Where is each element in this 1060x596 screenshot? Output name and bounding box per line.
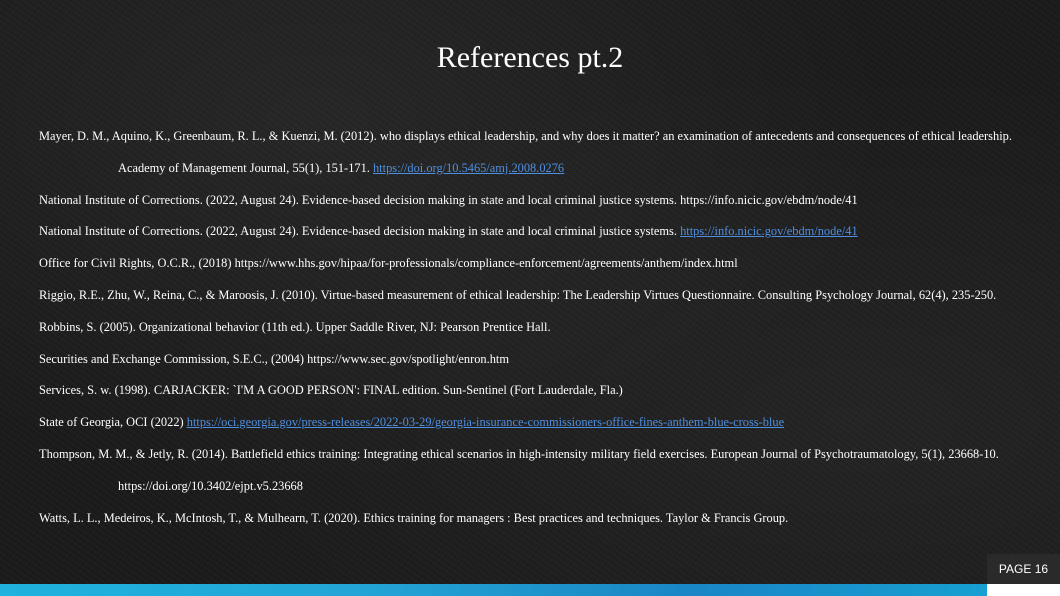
- reference-item: Mayer, D. M., Aquino, K., Greenbaum, R. …: [39, 121, 1029, 185]
- accent-bar: [0, 584, 987, 596]
- slide: References pt.2 Mayer, D. M., Aquino, K.…: [0, 0, 1060, 596]
- reference-text: Office for Civil Rights, O.C.R., (2018) …: [39, 256, 738, 271]
- reference-text: Watts, L. L., Medeiros, K., McIntosh, T.…: [39, 510, 789, 525]
- reference-item: Robbins, S. (2005). Organizational behav…: [39, 312, 1029, 344]
- reference-text: Robbins, S. (2005). Organizational behav…: [39, 319, 551, 334]
- reference-item: Riggio, R.E., Zhu, W., Reina, C., & Maro…: [39, 280, 1029, 312]
- reference-text: Securities and Exchange Commission, S.E.…: [39, 351, 509, 366]
- reference-link[interactable]: https://doi.org/10.5465/amj.2008.0276: [373, 161, 564, 175]
- reference-item: National Institute of Corrections. (2022…: [39, 216, 1029, 248]
- page-number: PAGE 16: [987, 554, 1060, 584]
- reference-item: National Institute of Corrections. (2022…: [39, 185, 1029, 217]
- accent-bar-end: [987, 584, 1060, 596]
- reference-link[interactable]: https://oci.georgia.gov/press-releases/2…: [187, 415, 784, 429]
- reference-item: Thompson, M. M., & Jetly, R. (2014). Bat…: [39, 439, 1029, 503]
- reference-text: Riggio, R.E., Zhu, W., Reina, C., & Maro…: [39, 287, 997, 302]
- reference-item: Office for Civil Rights, O.C.R., (2018) …: [39, 248, 1029, 280]
- reference-item: Securities and Exchange Commission, S.E.…: [39, 344, 1029, 376]
- slide-title: References pt.2: [436, 41, 624, 74]
- reference-text: National Institute of Corrections. (2022…: [39, 224, 681, 239]
- reference-item: State of Georgia, OCI (2022) https://oci…: [39, 407, 1029, 439]
- reference-item: Watts, L. L., Medeiros, K., McIntosh, T.…: [39, 503, 1029, 535]
- reference-text: State of Georgia, OCI (2022): [39, 415, 187, 430]
- reference-item: Services, S. w. (1998). CARJACKER: `I'M …: [39, 375, 1029, 407]
- reference-text: National Institute of Corrections. (2022…: [39, 192, 858, 207]
- reference-text: Services, S. w. (1998). CARJACKER: `I'M …: [39, 383, 623, 398]
- reference-list: Mayer, D. M., Aquino, K., Greenbaum, R. …: [39, 121, 1029, 534]
- reference-link[interactable]: https://info.nicic.gov/ebdm/node/41: [680, 224, 858, 238]
- reference-text: Thompson, M. M., & Jetly, R. (2014). Bat…: [39, 446, 999, 493]
